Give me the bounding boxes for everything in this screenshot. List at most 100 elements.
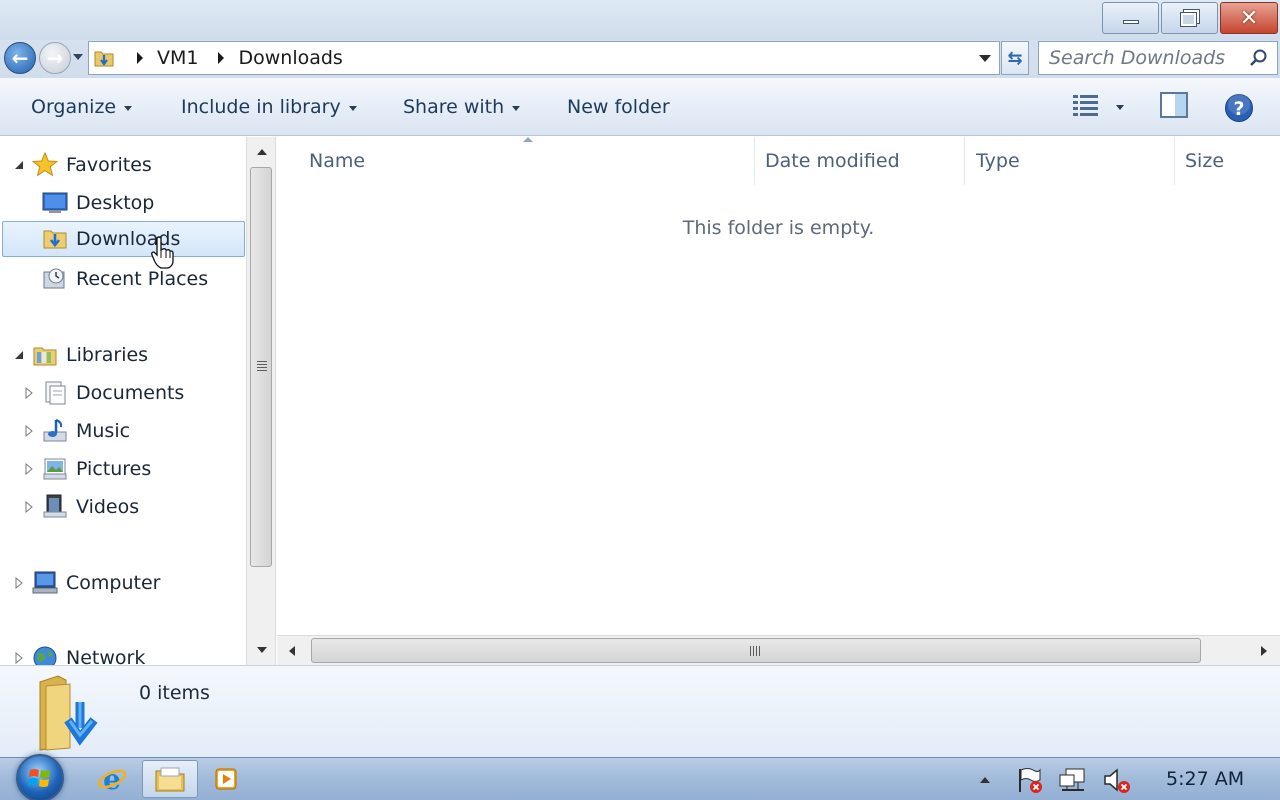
restore-button[interactable] [1161, 2, 1218, 34]
videos-icon [43, 494, 67, 518]
system-tray [980, 758, 1132, 800]
nav-item-pictures[interactable]: Pictures [42, 451, 242, 487]
network-icon [33, 646, 57, 665]
nav-label: Favorites [66, 154, 152, 176]
preview-pane-icon[interactable] [1160, 92, 1188, 118]
recent-places-icon [43, 268, 65, 289]
nav-item-recent-places[interactable]: Recent Places [42, 261, 242, 297]
expand-closed-icon[interactable] [14, 652, 24, 664]
new-folder-button[interactable]: New folder [567, 96, 670, 118]
navigation-scrollbar[interactable] [246, 137, 276, 665]
help-icon[interactable]: ? [1224, 93, 1254, 123]
column-header-size[interactable]: Size [1175, 137, 1280, 185]
nav-label: Videos [76, 496, 140, 518]
share-with-button[interactable]: Share with [403, 96, 521, 118]
nav-item-computer[interactable]: Computer [32, 565, 242, 601]
include-in-library-label: Include in library [181, 96, 341, 118]
action-center-flag-icon[interactable] [1014, 766, 1044, 794]
nav-item-libraries[interactable]: Libraries [32, 337, 242, 373]
downloads-folder-icon [39, 675, 98, 751]
taskbar-clock[interactable]: 5:27 AM [1166, 768, 1244, 790]
nav-item-documents[interactable]: Documents [42, 375, 242, 411]
taskbar-media-player[interactable] [198, 760, 254, 798]
minimize-button[interactable] [1102, 2, 1159, 34]
organize-button[interactable]: Organize [31, 96, 133, 118]
music-icon [43, 419, 67, 442]
nav-item-videos[interactable]: Videos [42, 489, 242, 525]
column-label: Name [309, 150, 366, 172]
column-header-name[interactable]: Name [277, 137, 755, 185]
expand-closed-icon[interactable] [24, 425, 34, 437]
nav-item-music[interactable]: Music [42, 413, 242, 449]
nav-item-downloads[interactable]: Downloads [2, 221, 245, 257]
empty-folder-message: This folder is empty. [682, 217, 875, 239]
expand-open-icon[interactable] [14, 349, 24, 361]
column-label: Date modified [765, 150, 900, 172]
nav-item-network[interactable]: Network [32, 640, 242, 665]
svg-text:e: e [103, 764, 121, 794]
address-bar[interactable]: VM1 Downloads [88, 41, 1000, 75]
computer-icon [32, 571, 58, 594]
start-button[interactable] [16, 754, 64, 800]
expand-closed-icon[interactable] [24, 387, 34, 399]
close-button[interactable]: ✕ [1220, 2, 1278, 34]
scrollbar-thumb[interactable] [311, 638, 1201, 663]
hand-cursor-icon [151, 236, 174, 269]
recent-pages-dropdown[interactable] [73, 54, 83, 60]
breadcrumb-vm1[interactable]: VM1 [157, 47, 198, 69]
nav-item-desktop[interactable]: Desktop [42, 185, 242, 221]
network-status-icon[interactable] [1058, 766, 1088, 794]
scrollbar-thumb[interactable] [250, 167, 272, 567]
refresh-button[interactable]: ⇆ [1001, 41, 1029, 75]
close-icon: ✕ [1239, 5, 1259, 31]
windows-logo-icon [28, 769, 50, 787]
back-arrow-icon: ← [11, 46, 29, 70]
volume-muted-icon[interactable] [1102, 766, 1132, 794]
chevron-down-icon [348, 105, 357, 111]
restore-icon [1179, 9, 1200, 27]
show-hidden-icons-icon[interactable] [980, 776, 990, 783]
column-header-type[interactable]: Type [965, 137, 1175, 185]
nav-label: Computer [66, 572, 161, 594]
change-view-icon[interactable] [1072, 94, 1100, 116]
expand-closed-icon[interactable] [24, 463, 34, 475]
forward-button[interactable]: → [39, 42, 71, 74]
breadcrumb-separator-icon[interactable] [218, 52, 225, 64]
view-options-dropdown[interactable] [1116, 105, 1124, 110]
search-input[interactable] [1049, 47, 1249, 69]
taskbar-internet-explorer[interactable]: e [84, 760, 140, 798]
column-header-date-modified[interactable]: Date modified [755, 137, 965, 185]
breadcrumb-separator-icon[interactable] [137, 52, 143, 64]
scroll-up-icon[interactable] [257, 149, 267, 155]
include-in-library-button[interactable]: Include in library [181, 96, 357, 118]
scroll-right-icon[interactable] [1261, 646, 1267, 656]
back-button[interactable]: ← [4, 42, 36, 74]
organize-label: Organize [31, 96, 117, 118]
expand-closed-icon[interactable] [14, 577, 24, 589]
new-folder-label: New folder [567, 96, 670, 118]
scroll-left-icon[interactable] [289, 646, 295, 656]
taskbar-windows-explorer[interactable] [142, 760, 198, 798]
nav-label: Libraries [66, 344, 149, 366]
title-bar: ✕ [0, 0, 1280, 40]
documents-icon [45, 381, 66, 405]
column-label: Type [976, 150, 1020, 172]
search-icon[interactable] [1248, 48, 1268, 68]
downloads-folder-icon [43, 230, 67, 249]
expand-open-icon[interactable] [14, 159, 24, 171]
svg-text:?: ? [1233, 98, 1244, 120]
details-pane: 0 items [0, 665, 1280, 757]
nav-label: Recent Places [76, 268, 209, 290]
nav-item-favorites[interactable]: Favorites [32, 147, 242, 183]
breadcrumb-downloads[interactable]: Downloads [238, 47, 342, 69]
nav-label: Network [66, 647, 146, 665]
expand-closed-icon[interactable] [24, 501, 34, 513]
nav-label: Music [76, 420, 131, 442]
windows-explorer-icon [155, 767, 185, 792]
address-row: ← → VM1 Downloads ⇆ [0, 40, 1280, 78]
scroll-down-icon[interactable] [257, 647, 267, 653]
address-history-dropdown[interactable] [979, 55, 991, 62]
libraries-icon [33, 347, 57, 366]
horizontal-scrollbar[interactable] [277, 635, 1280, 665]
column-label: Size [1185, 150, 1225, 172]
